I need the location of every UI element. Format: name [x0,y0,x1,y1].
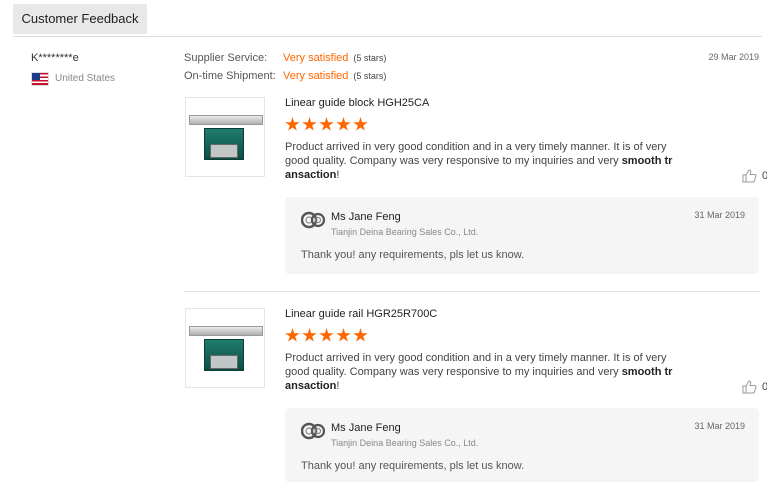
supplier-reply: Ms Jane Feng Tianjin Deina Bearing Sales… [285,197,759,274]
review-date: 29 Mar 2019 [708,52,759,62]
star-rating [285,117,370,132]
product-image[interactable] [185,97,265,177]
reply-date: 31 Mar 2019 [694,210,745,220]
rating-value: Very satisfied [283,52,349,64]
star-icon [285,117,300,131]
star-icon [285,328,300,342]
rating-supplier-service: Supplier Service: Very satisfied (5 stars) [184,52,386,64]
star-icon [353,328,368,342]
star-rating [285,328,370,343]
reply-text: Thank you! any requirements, pls let us … [301,249,525,261]
rating-stars-text: (5 stars) [353,53,387,63]
star-icon [353,117,368,131]
us-flag-icon [31,72,49,86]
review-item: Linear guide rail HGR25R700C Product arr… [184,308,767,484]
star-icon [302,117,317,131]
star-icon [336,117,351,131]
review-item: Linear guide block HGH25CA Product arriv… [184,97,767,277]
rating-label: Supplier Service: [184,52,268,64]
bearing-logo-icon [301,422,325,440]
feedback-tab-bar: Customer Feedback [0,0,767,37]
tab-divider [13,36,762,37]
tab-customer-feedback[interactable]: Customer Feedback [13,4,147,34]
star-icon [302,328,317,342]
reply-company: Tianjin Deina Bearing Sales Co., Ltd. [331,227,479,237]
review-divider [184,291,760,292]
rating-label: On-time Shipment: [184,70,276,82]
star-icon [319,328,334,342]
rating-on-time-shipment: On-time Shipment: Very satisfied (5 stars) [184,70,386,82]
product-image[interactable] [185,308,265,388]
buyer-name: K********e [31,52,79,64]
review-text: Product arrived in very good condition a… [285,141,673,181]
star-icon [319,117,334,131]
bearing-logo-icon [301,211,325,229]
like-count: 0 [762,170,767,182]
reply-author: Ms Jane Feng [331,422,401,434]
reply-author: Ms Jane Feng [331,211,401,223]
buyer-country: United States [55,73,116,84]
star-icon [336,328,351,342]
thumbs-up-icon [742,380,757,394]
supplier-reply: Ms Jane Feng Tianjin Deina Bearing Sales… [285,408,759,482]
review-text: Product arrived in very good condition a… [285,352,673,392]
reply-date: 31 Mar 2019 [694,421,745,431]
reply-company: Tianjin Deina Bearing Sales Co., Ltd. [331,438,479,448]
like-count: 0 [762,381,767,393]
product-title[interactable]: Linear guide rail HGR25R700C [285,308,437,320]
rating-stars-text: (5 stars) [353,71,387,81]
rating-value: Very satisfied [283,70,349,82]
thumbs-up-icon [742,169,757,183]
reply-text: Thank you! any requirements, pls let us … [301,460,525,472]
product-title[interactable]: Linear guide block HGH25CA [285,97,429,109]
